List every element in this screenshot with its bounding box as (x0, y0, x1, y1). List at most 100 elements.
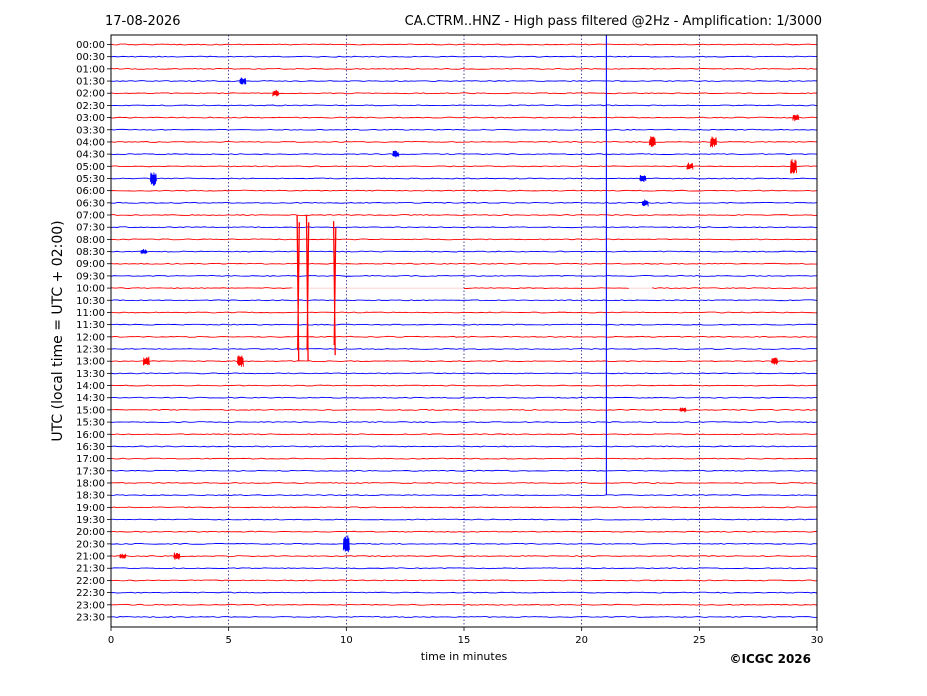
trace-line (110, 201, 818, 204)
seismic-event (119, 553, 127, 559)
seismic-event (140, 249, 148, 254)
trace-line (110, 116, 818, 119)
seismic-event (771, 357, 779, 365)
y-tick-label: 04:30 (76, 150, 105, 161)
y-tick-label: 23:30 (76, 612, 105, 623)
trace-line (110, 128, 818, 131)
y-tick-label: 06:00 (76, 186, 105, 197)
chart-title: CA.CTRM..HNZ - High pass filtered @2Hz -… (405, 14, 822, 29)
y-tick-label: 02:00 (76, 89, 105, 100)
seismic-event (342, 535, 350, 553)
trace-line (110, 603, 818, 606)
seismic-event (648, 136, 656, 147)
trace-line (110, 408, 818, 411)
y-tick-label: 19:30 (76, 515, 105, 526)
seismic-event (272, 89, 280, 97)
trace-line (110, 433, 818, 436)
trace-line (110, 299, 818, 302)
x-tick-label: 5 (225, 635, 231, 646)
trace-line (110, 165, 818, 168)
trace-line (110, 55, 818, 58)
trace-line (110, 445, 818, 448)
y-tick-label: 19:00 (76, 503, 105, 514)
x-tick-label: 15 (458, 635, 471, 646)
y-tick-label: 11:00 (76, 308, 105, 319)
y-tick-label: 00:00 (76, 40, 105, 51)
y-axis-label: UTC (local time = UTC + 02:00) (50, 220, 66, 441)
seismic-event (790, 159, 797, 174)
seismic-event (679, 407, 687, 413)
y-tick-label: 07:00 (76, 211, 105, 222)
y-tick-label: 20:30 (76, 539, 105, 550)
seismic-event (639, 174, 647, 183)
y-tick-label: 22:30 (76, 588, 105, 599)
grid-lines (228, 35, 700, 627)
trace-line (110, 348, 818, 350)
y-tick-label: 20:00 (76, 527, 105, 538)
y-tick-label: 17:00 (76, 454, 105, 465)
x-tick-label: 20 (575, 635, 588, 646)
y-tick-label: 17:30 (76, 466, 105, 477)
y-tick-label: 02:30 (76, 101, 105, 112)
trace-line (110, 530, 818, 533)
seismic-event (305, 214, 310, 362)
seismic-event (173, 552, 181, 560)
helicorder-chart: 17-08-2026 CA.CTRM..HNZ - High pass filt… (50, 14, 823, 666)
y-tick-label: 09:00 (76, 259, 105, 270)
y-tick-label: 03:30 (76, 125, 105, 136)
trace-line (110, 92, 818, 95)
y-tick-label: 11:30 (76, 320, 105, 331)
y-tick-label: 06:30 (76, 198, 105, 209)
trace-line (110, 250, 818, 253)
y-tick-label: 03:00 (76, 113, 105, 124)
trace-line (110, 323, 818, 326)
seismic-events (119, 35, 800, 560)
trace-line (110, 591, 818, 594)
trace-line (110, 555, 818, 557)
trace-line (652, 287, 818, 290)
trace-line (110, 542, 818, 545)
y-tick-label: 05:00 (76, 162, 105, 173)
trace-line (110, 43, 818, 46)
y-tick-label: 01:00 (76, 64, 105, 75)
trace-line (110, 67, 818, 70)
y-tick-label: 08:00 (76, 235, 105, 246)
x-tick-label: 0 (108, 635, 114, 646)
seismic-event (239, 77, 247, 85)
seismic-event (142, 356, 150, 366)
trace-line (110, 567, 818, 570)
y-tick-label: 05:30 (76, 174, 105, 185)
y-tick-label: 09:30 (76, 271, 105, 282)
trace-line (110, 396, 818, 399)
y-tick-label: 00:30 (76, 52, 105, 63)
y-tick-label: 14:00 (76, 381, 105, 392)
y-tick-label: 21:00 (76, 552, 105, 563)
seismic-event (710, 136, 717, 148)
trace-line (110, 275, 817, 277)
x-tick-label: 25 (693, 635, 706, 646)
y-axis-ticks: 00:0000:3001:00 01:3002:0002:3003:0003:30… (76, 40, 111, 623)
seismic-event (392, 150, 400, 158)
seismic-event (236, 355, 244, 367)
y-tick-label: 23:00 (76, 600, 105, 611)
y-tick-label: 13:00 (76, 357, 105, 368)
seismic-event (641, 199, 649, 207)
seismic-event (149, 172, 157, 186)
trace-line (110, 287, 293, 289)
y-tick-label: 04:00 (76, 137, 105, 148)
y-tick-label: 15:00 (76, 405, 105, 416)
x-axis-label: time in minutes (421, 650, 508, 663)
trace-line (110, 214, 818, 216)
trace-line (110, 506, 818, 509)
seismic-event (686, 162, 694, 170)
trace-line (110, 372, 818, 375)
trace-line (110, 189, 818, 192)
y-tick-label: 12:30 (76, 345, 105, 356)
y-tick-label: 22:00 (76, 576, 105, 587)
date-label: 17-08-2026 (105, 14, 181, 29)
trace-line (110, 80, 818, 82)
trace-line (110, 518, 818, 521)
trace-line (110, 177, 818, 180)
y-tick-label: 08:30 (76, 247, 105, 258)
trace-line (110, 262, 818, 265)
